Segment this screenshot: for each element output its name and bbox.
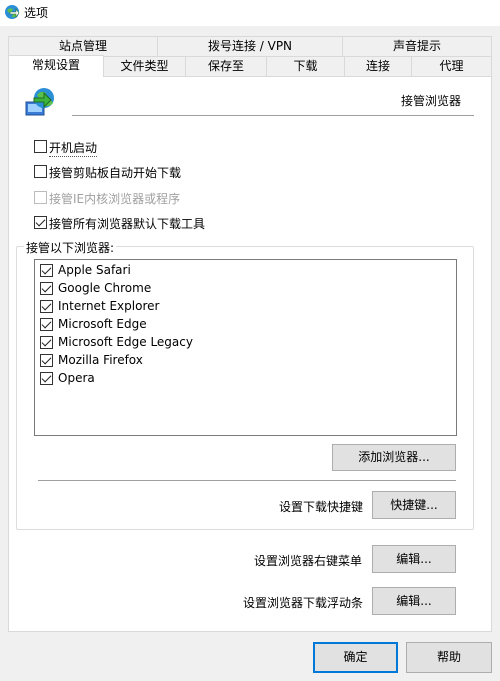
tab-dialup-vpn[interactable]: 拨号连接 / VPN	[157, 36, 343, 56]
browser-label-opera: Opera	[58, 371, 95, 385]
tab-save-to[interactable]: 保存至	[185, 56, 267, 76]
browser-checkbox-edge-legacy[interactable]	[40, 336, 53, 349]
browser-label-chrome: Google Chrome	[58, 281, 152, 295]
tab-site-management[interactable]: 站点管理	[8, 36, 158, 56]
context-menu-edit-button[interactable]: 编辑...	[372, 545, 456, 573]
app-globe-icon	[4, 4, 20, 20]
browser-label-edge-legacy: Microsoft Edge Legacy	[58, 335, 193, 349]
browser-label-safari: Apple Safari	[58, 263, 131, 277]
ie-kernel-checkbox	[34, 191, 47, 204]
default-tool-label: 接管所有浏览器默认下载工具	[49, 217, 206, 231]
default-tool-checkbox[interactable]	[34, 216, 47, 229]
add-browser-button[interactable]: 添加浏览器...	[332, 444, 456, 471]
browser-checkbox-chrome[interactable]	[40, 282, 53, 295]
tab-general-settings[interactable]: 常规设置	[8, 55, 104, 77]
browser-label-firefox: Mozilla Firefox	[58, 353, 143, 367]
browser-checkbox-safari[interactable]	[40, 264, 53, 277]
browser-integration-icon	[22, 84, 58, 120]
browser-checkbox-opera[interactable]	[40, 372, 53, 385]
tab-connection[interactable]: 连接	[344, 56, 412, 76]
window-title: 选项	[24, 6, 49, 20]
browser-checkbox-firefox[interactable]	[40, 354, 53, 367]
help-button[interactable]: 帮助	[406, 642, 492, 673]
title-bar	[0, 0, 500, 26]
shortcut-button[interactable]: 快捷键...	[372, 491, 456, 519]
browsers-group-label: 接管以下浏览器:	[24, 239, 117, 256]
shortcut-label: 设置下载快捷键	[279, 500, 364, 514]
float-bar-edit-button[interactable]: 编辑...	[372, 587, 456, 615]
startup-label: 开机启动	[49, 141, 98, 157]
section-divider	[72, 115, 474, 116]
ok-button[interactable]: 确定	[313, 642, 398, 673]
tab-download[interactable]: 下载	[266, 56, 345, 76]
context-menu-label: 设置浏览器右键菜单	[254, 554, 363, 568]
startup-checkbox[interactable]	[34, 140, 47, 153]
float-bar-label: 设置浏览器下载浮动条	[243, 596, 364, 610]
browser-label-ie: Internet Explorer	[58, 299, 160, 313]
tab-file-types[interactable]: 文件类型	[103, 56, 186, 76]
ie-kernel-label: 接管IE内核浏览器或程序	[49, 192, 181, 206]
tab-proxy[interactable]: 代理	[411, 56, 492, 76]
tab-sound-alerts[interactable]: 声音提示	[342, 36, 492, 56]
clipboard-checkbox[interactable]	[34, 165, 47, 178]
browser-checkbox-ie[interactable]	[40, 300, 53, 313]
clipboard-label: 接管剪贴板自动开始下载	[49, 166, 182, 180]
section-title: 接管浏览器	[401, 94, 462, 108]
browser-label-edge: Microsoft Edge	[58, 317, 147, 331]
group-separator	[38, 480, 456, 481]
browser-checkbox-edge[interactable]	[40, 318, 53, 331]
